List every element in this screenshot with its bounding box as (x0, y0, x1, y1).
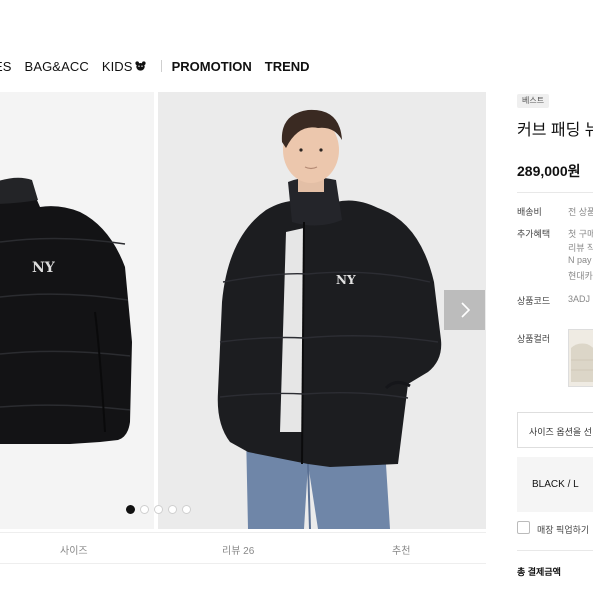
pickup-checkbox[interactable] (517, 521, 530, 534)
divider (517, 192, 593, 193)
bear-icon (134, 61, 146, 71)
svg-text:NY: NY (336, 273, 356, 287)
product-image-flat[interactable]: NY (0, 92, 154, 529)
product-code-label: 상품코드 (517, 296, 551, 306)
benefit-label: 추가혜택 (517, 229, 551, 239)
shipping-value: 전 상품 (568, 207, 593, 217)
product-code-value: 3ADJ (568, 294, 591, 304)
product-title: 커브 패딩 뉴 (517, 122, 593, 139)
slide-dot[interactable] (126, 505, 135, 514)
benefit-line: N pay (568, 255, 592, 265)
best-badge: 베스트 (517, 94, 550, 108)
nav-item-es[interactable]: ES (0, 59, 12, 74)
product-color-label: 상품컬러 (517, 334, 551, 344)
model-illustration: NY (158, 92, 486, 529)
size-select[interactable]: 사이즈 옵션을 선 (517, 412, 593, 448)
nav-item-promotion[interactable]: PROMOTION (172, 59, 252, 74)
tab-size[interactable]: 사이즈 (60, 542, 88, 557)
product-gallery: NY NY (0, 92, 486, 529)
divider (517, 550, 593, 551)
slide-dot[interactable] (154, 505, 163, 514)
slide-dot[interactable] (168, 505, 177, 514)
nav-separator (160, 60, 162, 72)
svg-text:NY: NY (32, 260, 56, 276)
shipping-label: 배송비 (517, 207, 542, 217)
color-swatch[interactable] (568, 329, 593, 387)
total-label: 총 결제금액 (517, 567, 561, 577)
tab-recommend[interactable]: 추천 (392, 542, 410, 557)
product-price: 289,000원 (517, 163, 581, 179)
slide-dot[interactable] (182, 505, 191, 514)
benefit-line: 현대카 (568, 271, 593, 281)
swatch-thumbnail (569, 330, 593, 386)
nav-item-kids[interactable]: KIDS (102, 59, 146, 74)
pickup-label: 매장 픽업하기 (537, 525, 590, 535)
nav-item-trend[interactable]: TREND (265, 59, 310, 74)
top-nav: ES BAG&ACC KIDS PROMOTION TREND (0, 56, 323, 76)
benefit-line: 리뷰 작 (568, 243, 593, 253)
benefit-line: 첫 구매 (568, 229, 593, 239)
slide-indicator (126, 505, 191, 514)
next-slide-button[interactable] (444, 290, 485, 330)
jacket-flat-illustration: NY (0, 92, 154, 529)
detail-tabs: 사이즈 리뷰 26 추천 (0, 532, 486, 564)
product-image-model[interactable]: NY (158, 92, 486, 529)
tab-review[interactable]: 리뷰 26 (222, 542, 254, 557)
slide-dot[interactable] (140, 505, 149, 514)
chevron-right-icon (460, 302, 470, 318)
nav-item-kids-label: KIDS (101, 58, 133, 74)
selected-option: BLACK / L (517, 457, 593, 512)
nav-item-bag-acc[interactable]: BAG&ACC (25, 59, 89, 74)
